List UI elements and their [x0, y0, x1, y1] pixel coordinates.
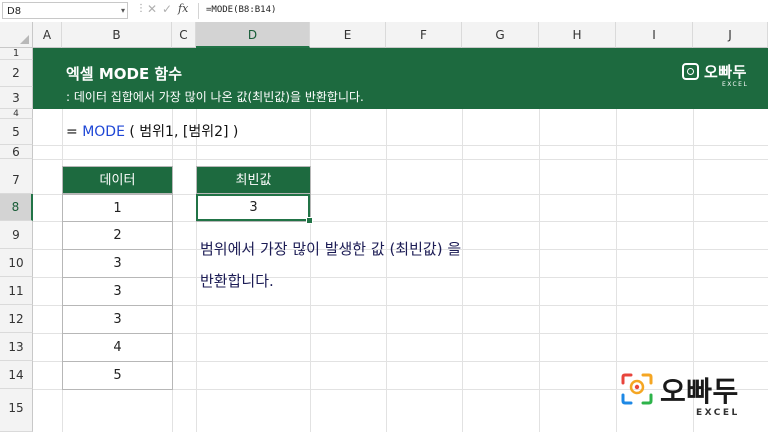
- column-header-h[interactable]: H: [539, 22, 616, 48]
- row-header-2[interactable]: 2: [0, 60, 33, 87]
- data-table-header[interactable]: 데이터: [62, 166, 173, 194]
- row-header-10[interactable]: 10: [0, 249, 33, 277]
- fill-handle[interactable]: [306, 217, 313, 224]
- brand-watermark: 오빠두 EXCEL: [618, 370, 768, 430]
- data-cell-b9[interactable]: 2: [62, 221, 173, 250]
- logo-text: 오빠두: [704, 63, 747, 81]
- row-header-14[interactable]: 14: [0, 361, 33, 389]
- row-header-4[interactable]: 4: [0, 109, 33, 119]
- watermark-subtext: EXCEL: [696, 408, 740, 418]
- syntax-function-name: MODE: [82, 124, 125, 140]
- brand-logo-white: 오빠두 EXCEL: [682, 60, 760, 90]
- row-header-6[interactable]: 6: [0, 145, 33, 159]
- column-header-e[interactable]: E: [310, 22, 386, 48]
- active-cell-outline: [196, 194, 310, 221]
- name-box[interactable]: D8: [2, 2, 128, 19]
- watermark-text: 오빠두: [660, 375, 739, 408]
- camera-logo-icon: [621, 373, 653, 405]
- row-header-7[interactable]: 7: [0, 159, 33, 194]
- data-cell-b10[interactable]: 3: [62, 249, 173, 278]
- more-options-icon[interactable]: ⋮: [136, 3, 146, 14]
- column-header-f[interactable]: F: [386, 22, 462, 48]
- formula-input[interactable]: =MODE(B8:B14): [206, 5, 276, 15]
- banner-subtitle: : 데이터 집합에서 가장 많이 나온 값(최빈값)을 반환합니다.: [66, 90, 364, 104]
- syntax-prefix: =: [66, 124, 83, 140]
- syntax-args: ( 범위1, [범위2] ): [124, 124, 239, 140]
- column-header-c[interactable]: C: [172, 22, 196, 48]
- result-header[interactable]: 최빈값: [196, 166, 311, 194]
- insert-function-button[interactable]: fx: [178, 2, 188, 15]
- name-box-dropdown-icon[interactable]: ▾: [121, 2, 125, 19]
- column-header-j[interactable]: J: [693, 22, 768, 48]
- row-header-12[interactable]: 12: [0, 305, 33, 333]
- row-header-5[interactable]: 5: [0, 119, 33, 145]
- cancel-icon[interactable]: ✕: [147, 2, 157, 16]
- logo-subtext: EXCEL: [722, 81, 749, 88]
- description-line-1: 범위에서 가장 많이 발생한 값 (최빈값) 을: [200, 240, 462, 258]
- column-header-i[interactable]: I: [616, 22, 693, 48]
- row-header-8[interactable]: 8: [0, 194, 33, 221]
- enter-icon[interactable]: ✓: [162, 2, 172, 16]
- column-header-b[interactable]: B: [62, 22, 172, 48]
- data-cell-b8[interactable]: 1: [62, 194, 173, 222]
- column-header-a[interactable]: A: [33, 22, 62, 48]
- data-cell-b11[interactable]: 3: [62, 277, 173, 306]
- function-syntax: = MODE ( 범위1, [범위2] ): [66, 121, 238, 141]
- banner-title: 엑셀 MODE 함수: [66, 65, 183, 83]
- row-header-11[interactable]: 11: [0, 277, 33, 305]
- column-header-d[interactable]: D: [196, 22, 310, 48]
- column-header-g[interactable]: G: [462, 22, 539, 48]
- row-header-15[interactable]: 15: [0, 389, 33, 432]
- camera-logo-icon: [682, 63, 699, 80]
- data-cell-b13[interactable]: 4: [62, 333, 173, 362]
- data-cell-b14[interactable]: 5: [62, 361, 173, 390]
- row-header-13[interactable]: 13: [0, 333, 33, 361]
- row-header-3[interactable]: 3: [0, 87, 33, 109]
- description-line-2: 반환합니다.: [200, 272, 274, 290]
- select-all-button[interactable]: [0, 22, 33, 48]
- data-cell-b12[interactable]: 3: [62, 305, 173, 334]
- formula-bar-divider: [198, 3, 199, 19]
- formula-bar: D8 ▾ ⋮ ✕ ✓ fx =MODE(B8:B14): [0, 0, 768, 23]
- row-header-1[interactable]: 1: [0, 48, 33, 60]
- row-header-9[interactable]: 9: [0, 221, 33, 249]
